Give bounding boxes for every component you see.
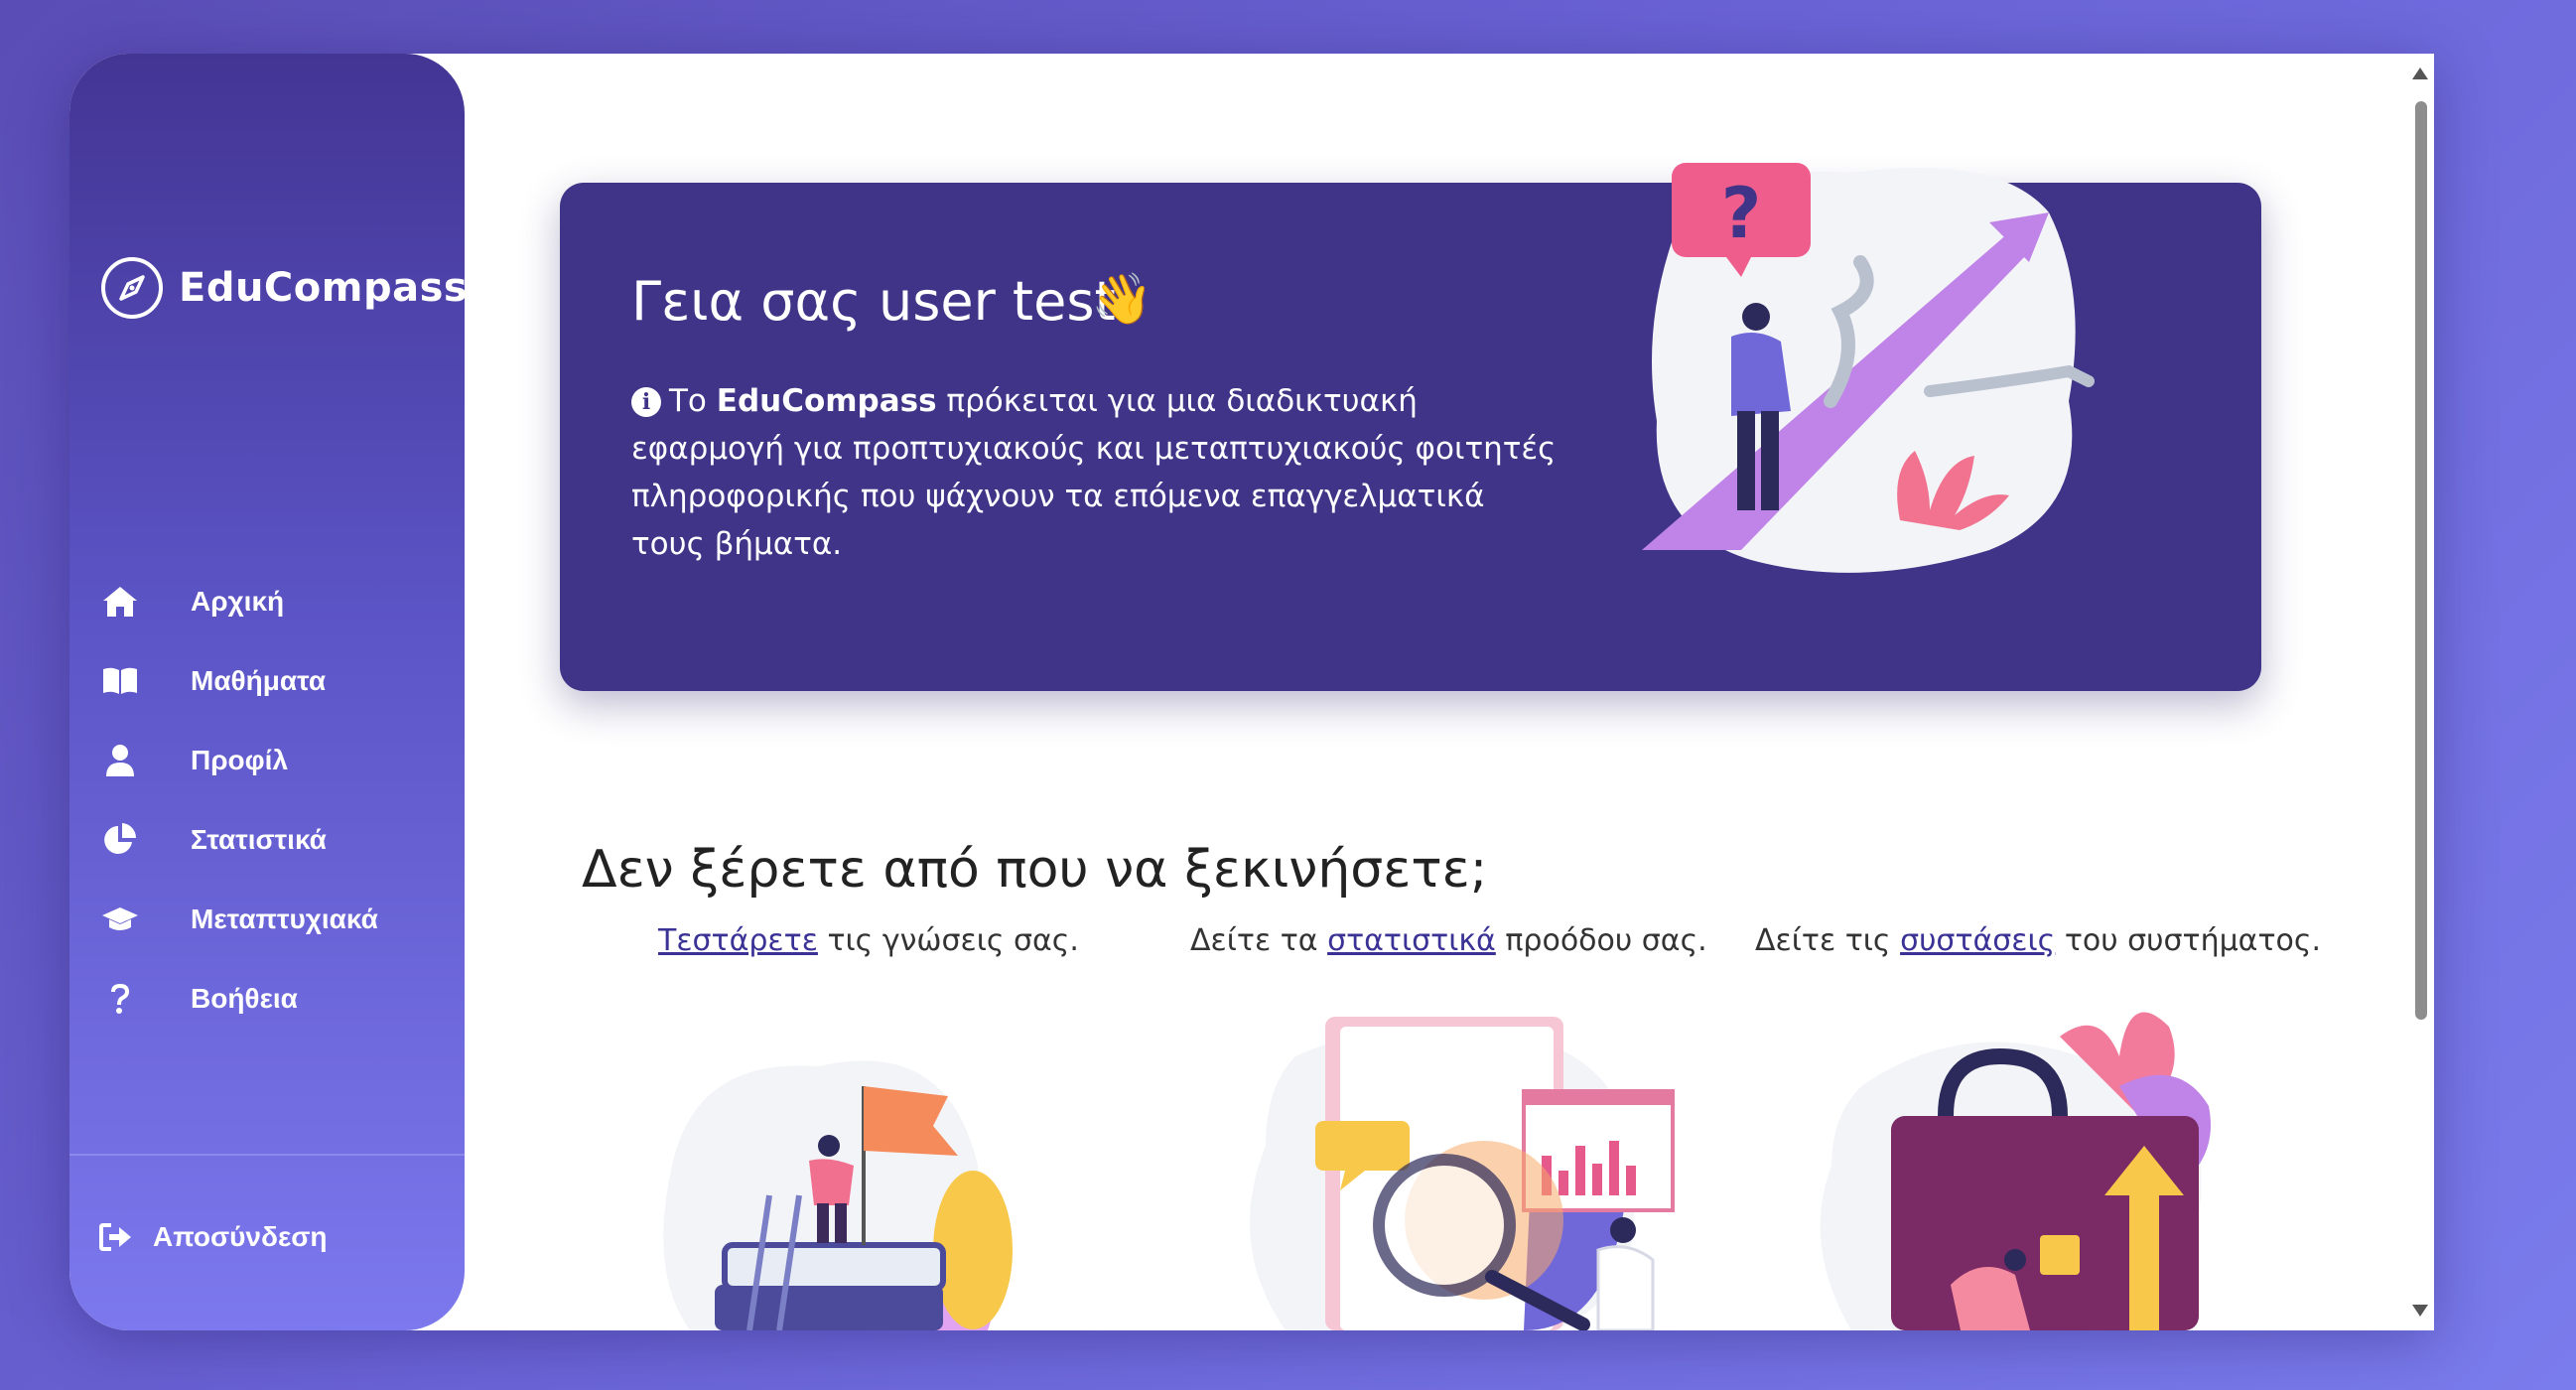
- sidebar-item-label: Αρχική: [191, 586, 285, 617]
- caption-post: του συστήματος.: [2055, 923, 2322, 958]
- sidebar-item-label: Βοήθεια: [191, 983, 298, 1014]
- statistics-link[interactable]: στατιστικά: [1327, 923, 1496, 958]
- scroll-thumb[interactable]: [2415, 101, 2427, 1020]
- intro-prefix: Το: [669, 383, 717, 419]
- logout-button[interactable]: Αποσύνδεση: [99, 1221, 328, 1253]
- card-caption-stats: Δείτε τα στατιστικά προόδου σας.: [1190, 923, 1707, 958]
- book-icon: [99, 660, 141, 702]
- card-caption-test: Τεστάρετε τις γνώσεις σας.: [658, 923, 1079, 958]
- sidebar-item-home[interactable]: Αρχική: [99, 562, 378, 641]
- test-link[interactable]: Τεστάρετε: [658, 923, 818, 958]
- brand-logo[interactable]: EduCompass: [99, 255, 468, 321]
- intro-brand: EduCompass: [716, 383, 937, 419]
- caption-post: τις γνώσεις σας.: [817, 923, 1079, 958]
- logout-label: Αποσύνδεση: [153, 1221, 328, 1252]
- welcome-card: Γεια σας user test 👋 i Το EduCompass πρόκ…: [560, 163, 2261, 691]
- sidebar-item-courses[interactable]: Μαθήματα: [99, 641, 378, 721]
- recommendations-link[interactable]: συστάσεις: [1900, 923, 2055, 958]
- vertical-scrollbar[interactable]: [2406, 54, 2434, 1330]
- sidebar-item-statistics[interactable]: Στατιστικά: [99, 800, 378, 880]
- sidebar-item-label: Μαθήματα: [191, 665, 327, 696]
- logout-icon: [99, 1223, 131, 1251]
- info-icon: i: [631, 387, 661, 417]
- caption-pre: Δείτε τα: [1190, 923, 1328, 958]
- career-briefcase-illustration: [1820, 1012, 2211, 1330]
- statistics-analysis-illustration: [1250, 1017, 1675, 1330]
- sidebar-item-help[interactable]: Βοήθεια: [99, 959, 378, 1039]
- sidebar-item-postgraduate[interactable]: Μεταπτυχιακά: [99, 880, 378, 959]
- svg-text:?: ?: [1721, 173, 1762, 254]
- graduation-cap-icon: [99, 899, 141, 940]
- scroll-up-arrow[interactable]: [2412, 68, 2428, 79]
- question-icon: [99, 978, 141, 1020]
- sidebar-item-profile[interactable]: Προφίλ: [99, 721, 378, 800]
- sidebar-item-label: Προφίλ: [191, 745, 289, 775]
- sidebar-item-label: Μεταπτυχιακά: [191, 904, 378, 934]
- app-window: EduCompass Αρχική Μαθήματα Προφίλ Στατισ…: [69, 54, 2434, 1330]
- career-path-illustration: ?: [1642, 163, 2095, 573]
- user-icon: [99, 740, 141, 781]
- sidebar-item-label: Στατιστικά: [191, 824, 327, 855]
- scroll-down-arrow[interactable]: [2412, 1305, 2428, 1317]
- greeting-title: Γεια σας user test: [631, 270, 1116, 333]
- brand-name: EduCompass: [179, 265, 469, 311]
- pie-chart-icon: [99, 819, 141, 861]
- caption-pre: Δείτε τις: [1755, 923, 1901, 958]
- section-title: Δεν ξέρετε από που να ξεκινήσετε;: [582, 840, 1488, 900]
- intro-text: i Το EduCompass πρόκειται για μια διαδικτ…: [631, 377, 1564, 568]
- card-caption-recommendations: Δείτε τις συστάσεις του συστήματος.: [1755, 923, 2321, 958]
- compass-icon: [101, 257, 163, 319]
- sidebar-divider: [69, 1154, 465, 1156]
- caption-post: προόδου σας.: [1495, 923, 1707, 958]
- wave-emoji: 👋: [1091, 271, 1153, 327]
- books-flag-illustration: [663, 1060, 1013, 1330]
- sidebar: EduCompass Αρχική Μαθήματα Προφίλ Στατισ…: [69, 54, 468, 1330]
- sidebar-nav: Αρχική Μαθήματα Προφίλ Στατιστικά Μεταπτ…: [99, 562, 378, 1039]
- home-icon: [99, 581, 141, 623]
